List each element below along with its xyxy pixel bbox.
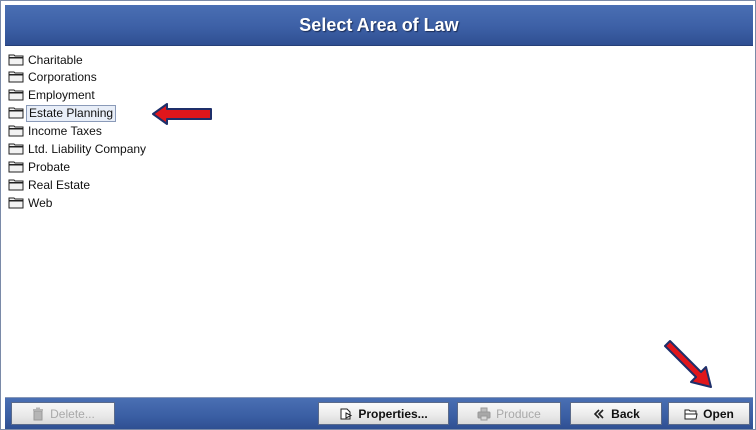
list-item-label: Web: [28, 196, 53, 210]
button-bar: Delete... Properties... Produce Back Ope: [5, 398, 753, 429]
folder-icon: [8, 70, 24, 83]
list-item-label: Corporations: [28, 70, 97, 84]
list-item-estate-planning[interactable]: Estate Planning: [8, 105, 117, 122]
list-item-charitable[interactable]: Charitable: [8, 52, 85, 69]
back-button[interactable]: Back: [570, 402, 662, 425]
list-item-label: Income Taxes: [28, 124, 102, 138]
dialog-window: Select Area of Law Charitable Corporatio…: [0, 0, 756, 430]
folder-icon: [8, 196, 24, 209]
list-item-label: Employment: [28, 88, 95, 102]
folder-icon: [8, 88, 24, 101]
delete-label: Delete...: [50, 406, 95, 421]
list-item-label: Estate Planning: [26, 105, 117, 122]
list-item-employment[interactable]: Employment: [8, 87, 97, 104]
list-item-corporations[interactable]: Corporations: [8, 69, 99, 86]
list-item-web[interactable]: Web: [8, 195, 54, 212]
properties-button[interactable]: Properties...: [318, 402, 449, 425]
produce-label: Produce: [496, 406, 541, 421]
back-chevron-icon: [592, 407, 606, 421]
folder-icon: [8, 142, 24, 155]
list-item-label: Real Estate: [28, 178, 91, 192]
red-arrow-left-icon: [152, 103, 212, 125]
list-item-label: Probate: [28, 160, 71, 174]
properties-icon: [339, 407, 353, 421]
title-bar: Select Area of Law: [5, 5, 753, 46]
delete-button[interactable]: Delete...: [11, 402, 115, 425]
back-label: Back: [611, 406, 640, 421]
window-title: Select Area of Law: [299, 15, 459, 35]
red-arrow-down-right-icon: [664, 340, 712, 388]
open-label: Open: [703, 406, 734, 421]
list-item-real-estate[interactable]: Real Estate: [8, 177, 92, 194]
produce-button[interactable]: Produce: [457, 402, 561, 425]
folder-icon: [8, 178, 24, 191]
list-item-probate[interactable]: Probate: [8, 159, 72, 176]
properties-label: Properties...: [358, 406, 428, 421]
list-item-ltd-liability-company[interactable]: Ltd. Liability Company: [8, 141, 148, 158]
open-folder-icon: [684, 407, 698, 421]
list-item-label: Ltd. Liability Company: [28, 142, 147, 156]
folder-icon: [8, 106, 24, 119]
list-item-income-taxes[interactable]: Income Taxes: [8, 123, 104, 140]
list-item-label: Charitable: [28, 53, 83, 67]
area-of-law-list[interactable]: Charitable Corporations Employment Estat…: [5, 47, 753, 398]
printer-icon: [477, 407, 491, 421]
folder-icon: [8, 160, 24, 173]
open-button[interactable]: Open: [668, 402, 750, 425]
folder-icon: [8, 124, 24, 137]
folder-icon: [8, 53, 24, 66]
trash-icon: [31, 407, 45, 421]
